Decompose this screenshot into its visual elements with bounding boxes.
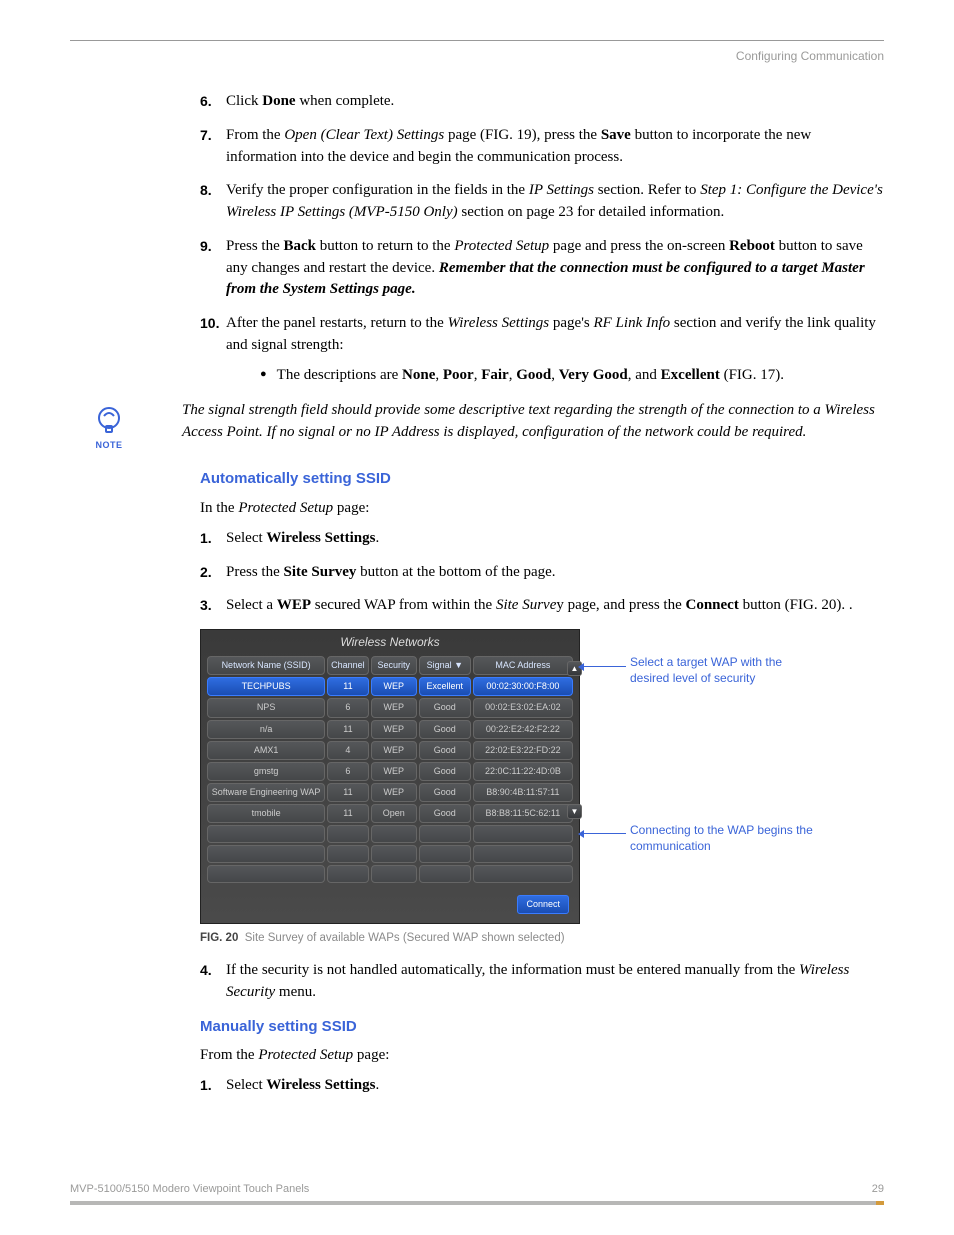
table-row[interactable]: NPS6WEPGood00:02:E3:02:EA:02 xyxy=(207,698,573,717)
wap-column-header: Network Name (SSID) xyxy=(207,656,325,675)
step-item: Select Wireless Settings. xyxy=(200,528,884,550)
numbered-steps-top: Click Done when complete. From the Open (… xyxy=(200,91,884,386)
table-row[interactable]: n/a11WEPGood00:22:E2:42:F2:22 xyxy=(207,720,573,739)
wap-column-header: Signal ▼ xyxy=(419,656,471,675)
scroll-down-icon[interactable]: ▼ xyxy=(567,804,582,819)
note-text: The signal strength field should provide… xyxy=(182,400,884,444)
wap-column-header: Channel xyxy=(327,656,369,675)
table-row[interactable]: tmobile11OpenGoodB8:B8:11:5C:62:11 xyxy=(207,804,573,823)
table-row xyxy=(207,825,573,843)
manual-intro: From the Protected Setup page: xyxy=(200,1045,884,1067)
wap-column-header: MAC Address xyxy=(473,656,573,675)
wap-table-title: Wireless Networks xyxy=(205,634,575,651)
bullet-descriptions: The descriptions are None, Poor, Fair, G… xyxy=(260,365,884,387)
heading-manual-ssid: Manually setting SSID xyxy=(200,1016,884,1038)
table-row[interactable]: AMX14WEPGood22:02:E3:22:FD:22 xyxy=(207,741,573,760)
table-row[interactable]: TECHPUBS11WEPExcellent00:02:30:00:F8:00 xyxy=(207,677,573,696)
step-item: Select a WEP secured WAP from within the… xyxy=(200,595,884,617)
table-row[interactable]: Software Engineering WAP11WEPGoodB8:90:4… xyxy=(207,783,573,802)
table-row[interactable]: gmstg6WEPGood22:0C:11:22:4D:0B xyxy=(207,762,573,781)
figure-20-caption: FIG. 20 Site Survey of available WAPs (S… xyxy=(200,930,884,947)
step-item: After the panel restarts, return to the … xyxy=(200,313,884,386)
numbered-steps-auto: Select Wireless Settings. Press the Site … xyxy=(200,528,884,617)
step-item: Select Wireless Settings. xyxy=(200,1075,884,1097)
page-number: 29 xyxy=(872,1183,884,1195)
callout-connect: Connecting to the WAP begins the communi… xyxy=(630,823,820,854)
step-item: If the security is not handled automatic… xyxy=(200,960,884,1004)
page-footer: MVP-5100/5150 Modero Viewpoint Touch Pan… xyxy=(70,1183,884,1205)
table-row xyxy=(207,845,573,863)
table-row xyxy=(207,865,573,883)
step-item: Press the Back button to return to the P… xyxy=(200,236,884,301)
auto-intro: In the Protected Setup page: xyxy=(200,498,884,520)
footer-title: MVP-5100/5150 Modero Viewpoint Touch Pan… xyxy=(70,1183,309,1195)
connect-button[interactable]: Connect xyxy=(517,895,569,914)
note-icon: NOTE xyxy=(88,404,130,450)
step-item: Press the Site Survey button at the bott… xyxy=(200,562,884,584)
running-header: Configuring Communication xyxy=(70,49,884,63)
numbered-steps-manual: Select Wireless Settings. xyxy=(200,1075,884,1097)
numbered-steps-auto-cont: If the security is not handled automatic… xyxy=(200,960,884,1004)
wap-table: Network Name (SSID)ChannelSecuritySignal… xyxy=(205,654,575,884)
step-item: From the Open (Clear Text) Settings page… xyxy=(200,125,884,169)
callout-select-wap: Select a target WAP with the desired lev… xyxy=(630,655,800,686)
step-item: Click Done when complete. xyxy=(200,91,884,113)
wap-column-header: Security xyxy=(371,656,417,675)
heading-auto-ssid: Automatically setting SSID xyxy=(200,468,884,490)
figure-20: Wireless Networks Network Name (SSID)Cha… xyxy=(200,629,810,924)
step-item: Verify the proper configuration in the f… xyxy=(200,180,884,224)
